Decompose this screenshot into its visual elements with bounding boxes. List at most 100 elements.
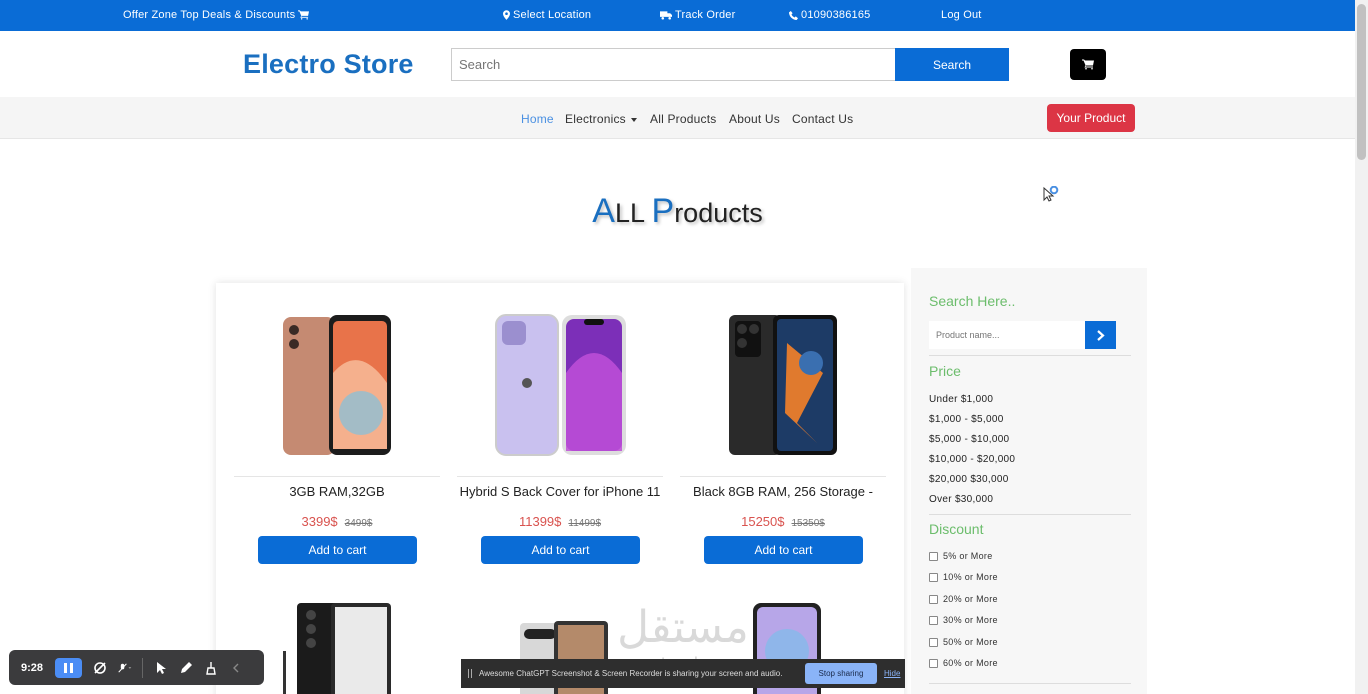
divider <box>929 683 1131 684</box>
offer-zone-label: Offer Zone Top Deals & Discounts <box>123 9 296 21</box>
product-image[interactable] <box>680 283 886 477</box>
product-prices: 3399$ 3499$ <box>234 513 440 531</box>
price-range-link[interactable]: Over $30,000 <box>929 494 993 505</box>
track-order-link[interactable]: Track Order <box>660 9 735 21</box>
mouse-cursor-icon <box>1043 186 1059 202</box>
price-range-link[interactable]: $5,000 - $10,000 <box>929 434 1009 445</box>
discount-option[interactable]: 60% or More <box>929 658 998 668</box>
discount-label: 10% or More <box>943 572 998 582</box>
checkbox[interactable] <box>929 658 938 668</box>
mic-off-button[interactable] <box>118 661 132 675</box>
top-bar: Offer Zone Top Deals & Discounts Select … <box>0 0 1355 31</box>
product-old-price: 3499$ <box>344 518 373 529</box>
clear-tool-button[interactable] <box>204 661 218 675</box>
mic-off-icon <box>118 662 132 673</box>
discount-option[interactable]: 5% or More <box>929 551 993 561</box>
divider <box>929 355 1131 356</box>
discount-option[interactable]: 50% or More <box>929 637 998 647</box>
sidebar-search-button[interactable] <box>1085 321 1116 349</box>
map-marker-icon <box>503 10 510 20</box>
product-name-input[interactable] <box>929 321 1085 349</box>
discount-option[interactable]: 20% or More <box>929 594 998 604</box>
select-location-label: Select Location <box>513 9 592 21</box>
product-old-price: 15350$ <box>791 518 825 529</box>
page-scrollbar[interactable] <box>1355 0 1368 694</box>
hide-link[interactable]: Hide <box>884 669 900 678</box>
checkbox[interactable] <box>929 637 938 647</box>
checkbox[interactable] <box>929 551 938 561</box>
watermark-arabic: مستقل <box>617 602 749 653</box>
product-price: 15250$ <box>741 514 785 529</box>
shopping-cart-icon <box>1082 59 1094 70</box>
product-name[interactable]: Hybrid S Back Cover for iPhone 11 <box>453 484 667 499</box>
pointer-tool-button[interactable] <box>154 661 168 675</box>
scrollbar-thumb[interactable] <box>1357 4 1366 160</box>
drag-handle-icon[interactable] <box>468 669 472 678</box>
truck-icon <box>660 10 672 20</box>
screen-share-bar: Awesome ChatGPT Screenshot & Screen Reco… <box>461 659 905 688</box>
discount-option[interactable]: 30% or More <box>929 615 998 625</box>
product-name[interactable]: 3GB RAM,32GB <box>230 484 444 499</box>
cart-small-icon <box>298 10 310 20</box>
nav-electronics[interactable]: Electronics <box>565 112 637 126</box>
search-button[interactable]: Search <box>895 48 1009 81</box>
track-order-label: Track Order <box>675 9 736 21</box>
phone-image-icon <box>729 315 837 455</box>
your-product-button[interactable]: Your Product <box>1047 104 1135 132</box>
title-part-2: roducts <box>674 198 763 228</box>
product-old-price: 11499$ <box>568 518 602 529</box>
pen-tool-button[interactable] <box>179 661 193 675</box>
pause-button[interactable] <box>55 657 82 678</box>
discount-option[interactable]: 10% or More <box>929 572 998 582</box>
phone-link[interactable]: 01090386165 <box>789 9 871 21</box>
add-to-cart-button[interactable]: Add to cart <box>704 536 863 564</box>
add-to-cart-button[interactable]: Add to cart <box>258 536 417 564</box>
search-input[interactable] <box>451 48 895 81</box>
title-part-1: LL <box>614 198 652 228</box>
price-range-link[interactable]: $20,000 $30,000 <box>929 474 1009 485</box>
select-location-link[interactable]: Select Location <box>503 9 591 21</box>
product-name[interactable]: Black 8GB RAM, 256 Storage - <box>676 484 890 499</box>
logout-link[interactable]: Log Out <box>941 9 982 21</box>
nav-home[interactable]: Home <box>521 112 554 126</box>
discount-heading: Discount <box>929 521 984 537</box>
title-letter-a: A <box>592 192 615 230</box>
discount-label: 30% or More <box>943 615 998 625</box>
offer-zone-link[interactable]: Offer Zone Top Deals & Discounts <box>123 9 310 21</box>
product-image[interactable] <box>234 601 440 694</box>
price-range-link[interactable]: $10,000 - $20,000 <box>929 454 1015 465</box>
collapse-toolbar-button[interactable] <box>229 661 243 675</box>
nav-electronics-label: Electronics <box>565 112 626 126</box>
header: Electro Store Search <box>0 31 1355 97</box>
camera-off-icon <box>94 661 106 674</box>
search-here-heading: Search Here.. <box>929 293 1016 309</box>
divider <box>929 514 1131 515</box>
products-panel: 3GB RAM,32GB 3399$ 3499$ Add to cart Hybr… <box>216 283 904 694</box>
price-range-link[interactable]: Under $1,000 <box>929 394 993 405</box>
cart-button[interactable] <box>1070 49 1106 80</box>
nav-contact-us[interactable]: Contact Us <box>792 112 853 126</box>
discount-label: 20% or More <box>943 594 998 604</box>
checkbox[interactable] <box>929 615 938 625</box>
add-to-cart-button[interactable]: Add to cart <box>481 536 640 564</box>
product-image[interactable] <box>457 283 663 477</box>
sharing-message: Awesome ChatGPT Screenshot & Screen Reco… <box>479 669 783 678</box>
discount-label: 5% or More <box>943 551 993 561</box>
product-image[interactable] <box>234 283 440 477</box>
price-range-link[interactable]: $1,000 - $5,000 <box>929 414 1004 425</box>
phone-image-icon <box>283 315 391 455</box>
pen-icon <box>181 661 192 673</box>
checkbox[interactable] <box>929 572 938 582</box>
checkbox[interactable] <box>929 594 938 604</box>
site-logo[interactable]: Electro Store <box>243 49 414 80</box>
price-heading: Price <box>929 363 961 379</box>
nav-all-products[interactable]: All Products <box>650 112 716 126</box>
chevron-left-icon <box>233 663 239 672</box>
pause-icon <box>64 662 73 673</box>
recorder-toolbar: 9:28 <box>9 650 264 685</box>
logout-label: Log Out <box>941 9 982 21</box>
camera-off-button[interactable] <box>93 661 107 675</box>
stop-sharing-button[interactable]: Stop sharing <box>805 663 877 684</box>
phone-icon <box>789 10 798 20</box>
nav-about-us[interactable]: About Us <box>729 112 780 126</box>
